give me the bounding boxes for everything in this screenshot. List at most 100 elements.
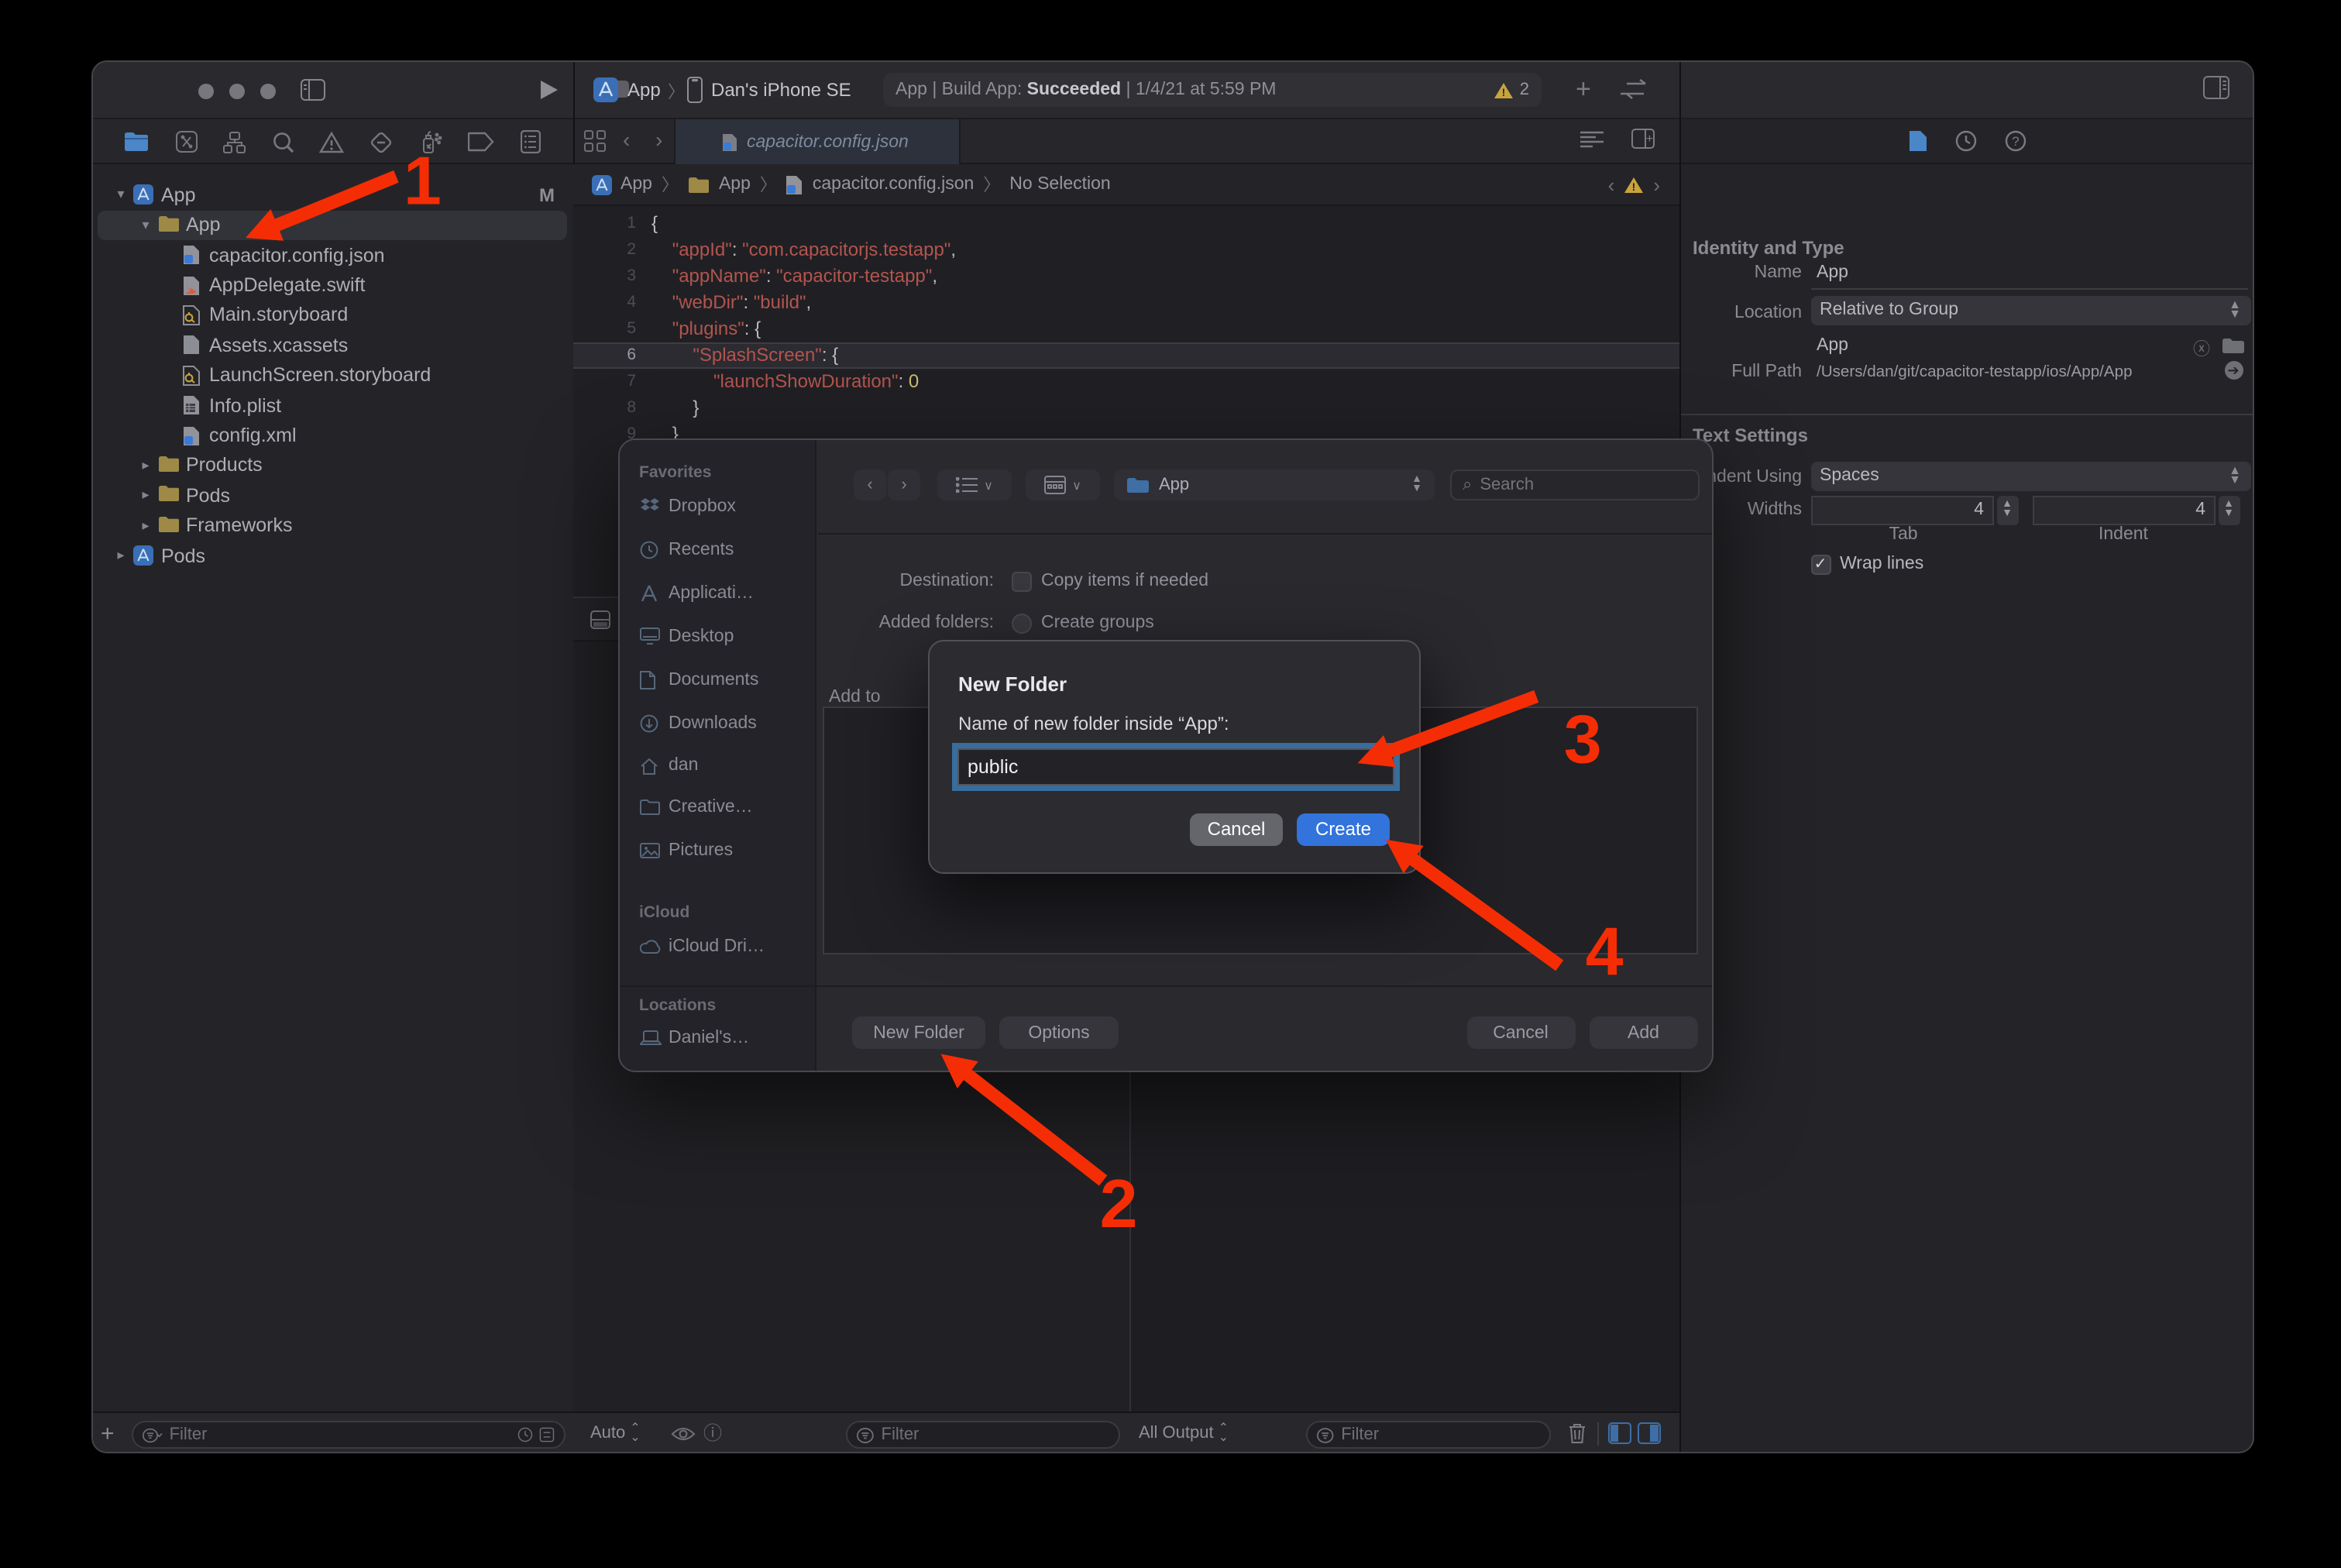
tree-row-pods[interactable]: ▸Pods	[93, 481, 572, 511]
disclosure-closed-icon[interactable]: ▸	[138, 518, 153, 535]
sidebar-item-applicati-[interactable]: Applicati…	[639, 583, 754, 602]
issue-navigator-icon[interactable]	[319, 131, 344, 153]
folder-location-dropdown[interactable]: App ▲▼	[1114, 469, 1435, 500]
project-navigator-folder-icon[interactable]	[124, 132, 149, 152]
tree-row-info-plist[interactable]: Info.plist	[93, 390, 572, 421]
history-inspector-tab-icon[interactable]	[1955, 130, 1977, 152]
debug-navigator-icon[interactable]	[420, 129, 443, 154]
sheet-add-button[interactable]: Add	[1589, 1016, 1698, 1049]
eye-icon[interactable]	[671, 1425, 696, 1442]
report-navigator-icon[interactable]	[520, 130, 540, 153]
dialog-cancel-button[interactable]: Cancel	[1190, 813, 1283, 845]
disclosure-open-icon[interactable]: ▾	[138, 217, 153, 234]
dialog-create-button[interactable]: Create	[1297, 813, 1390, 845]
add-file-plus-icon[interactable]: +	[101, 1422, 115, 1446]
open-path-arrow-icon[interactable]: ➔	[2224, 361, 2243, 380]
tree-row-config-xml[interactable]: config.xml	[93, 421, 572, 451]
tree-row-products[interactable]: ▸Products	[93, 451, 572, 481]
add-editor-split-icon[interactable]: +	[1631, 129, 1655, 149]
disclosure-closed-icon[interactable]: ▸	[138, 487, 153, 504]
disclosure-closed-icon[interactable]: ▸	[113, 548, 129, 565]
toggle-inspector-icon[interactable]	[2203, 76, 2229, 99]
wrap-lines-checkbox[interactable]: ✓	[1810, 554, 1831, 574]
previous-issue-icon[interactable]: ‹	[1608, 173, 1615, 196]
hide-variables-pane-icon[interactable]	[1608, 1422, 1631, 1444]
back-history-icon[interactable]: ‹	[623, 129, 630, 150]
related-items-icon[interactable]	[584, 130, 606, 152]
tree-row-app[interactable]: ▾App	[93, 210, 572, 240]
code-review-icon[interactable]	[1580, 130, 1604, 149]
find-navigator-icon[interactable]	[272, 131, 294, 153]
indent-using-dropdown[interactable]: Spaces▲▼	[1810, 461, 2250, 490]
indent-width-stepper[interactable]: ▲▼	[2218, 495, 2240, 524]
tree-row-launchscreen-storyboard[interactable]: LaunchScreen.storyboard	[93, 360, 572, 390]
next-issue-icon[interactable]: ›	[1653, 173, 1660, 196]
tree-row-appdelegate-swift[interactable]: AppDelegate.swift	[93, 270, 572, 301]
sidebar-item-desktop[interactable]: Desktop	[639, 627, 734, 645]
tree-row-app[interactable]: ▾AppM	[93, 181, 572, 211]
search-field[interactable]: ⌕	[1450, 469, 1700, 500]
run-button[interactable]	[539, 79, 559, 101]
debug-area-toggle-icon[interactable]	[590, 610, 610, 629]
indent-width-field[interactable]: 4	[2032, 495, 2215, 524]
variables-view-scope-dropdown[interactable]: Auto⌃⌄	[590, 1424, 641, 1444]
tree-row-pods[interactable]: ▸Pods	[93, 541, 572, 571]
sidebar-item-pictures[interactable]: Pictures	[639, 841, 733, 859]
symbol-navigator-icon[interactable]	[223, 131, 246, 153]
disclosure-open-icon[interactable]: ▾	[113, 187, 129, 204]
file-inspector-tab-icon[interactable]	[1909, 130, 1927, 152]
name-field[interactable]: App	[1817, 263, 1848, 282]
sidebar-item-icloud-dri-[interactable]: iCloud Dri…	[639, 937, 765, 956]
forward-button[interactable]: ›	[888, 469, 920, 500]
trash-icon[interactable]	[1568, 1422, 1586, 1444]
sidebar-item-creative-[interactable]: Creative…	[639, 797, 753, 816]
info-icon[interactable]: ⓘ	[703, 1423, 722, 1442]
zoom-traffic-light[interactable]	[260, 84, 276, 99]
sidebar-item-dan[interactable]: dan	[639, 756, 698, 775]
sidebar-item-daniel-s-[interactable]: Daniel's…	[639, 1029, 749, 1047]
sidebar-item-recents[interactable]: Recents	[639, 540, 734, 559]
folder-name-input[interactable]	[958, 750, 1393, 784]
back-button[interactable]: ‹	[854, 469, 886, 500]
copy-items-checkbox[interactable]	[1012, 571, 1032, 591]
navigator-filter-field[interactable]	[132, 1421, 565, 1449]
warning-badge[interactable]: ! 2	[1494, 81, 1529, 99]
clear-location-icon[interactable]: ⓧ	[2193, 336, 2210, 361]
breadcrumb-item[interactable]: No Selection	[1009, 175, 1110, 194]
forward-history-icon[interactable]: ›	[655, 129, 662, 150]
hide-console-pane-icon[interactable]	[1638, 1422, 1661, 1444]
test-navigator-icon[interactable]	[370, 129, 394, 154]
tree-row-assets-xcassets[interactable]: Assets.xcassets	[93, 331, 572, 361]
sidebar-item-downloads[interactable]: Downloads	[639, 714, 757, 732]
create-groups-radio[interactable]	[1012, 613, 1032, 633]
tree-row-main-storyboard[interactable]: Main.storyboard	[93, 301, 572, 331]
tree-row-capacitor-config-json[interactable]: capacitor.config.json	[93, 240, 572, 270]
toggle-navigator-icon[interactable]	[299, 77, 327, 102]
options-button[interactable]: Options	[999, 1016, 1119, 1049]
add-editor-plus-icon[interactable]: +	[1576, 76, 1591, 102]
breadcrumb-item[interactable]: App	[620, 175, 652, 194]
breakpoint-navigator-icon[interactable]	[469, 132, 495, 152]
sheet-cancel-button[interactable]: Cancel	[1466, 1016, 1575, 1049]
new-folder-button[interactable]: New Folder	[852, 1016, 985, 1049]
editor-tab[interactable]: capacitor.config.json	[674, 119, 961, 164]
choose-folder-icon[interactable]	[2221, 338, 2244, 355]
run-destination[interactable]: Dan's iPhone SE	[711, 79, 851, 101]
variables-filter-field[interactable]	[846, 1421, 1120, 1449]
source-control-navigator-icon[interactable]	[174, 130, 198, 153]
help-inspector-tab-icon[interactable]: ?	[2005, 130, 2026, 152]
tab-width-field[interactable]: 4	[1810, 495, 1993, 524]
sidebar-item-dropbox[interactable]: Dropbox	[639, 497, 736, 515]
scheme-name[interactable]: App	[627, 79, 661, 101]
breadcrumb-item[interactable]: App	[719, 175, 751, 194]
breadcrumb-item[interactable]: capacitor.config.json	[813, 175, 974, 194]
swap-arrows-icon[interactable]	[1619, 79, 1653, 99]
disclosure-closed-icon[interactable]: ▸	[138, 457, 153, 474]
close-traffic-light[interactable]	[198, 84, 214, 99]
console-filter-field[interactable]	[1306, 1421, 1551, 1449]
console-output-dropdown[interactable]: All Output⌃⌄	[1139, 1424, 1229, 1444]
sidebar-item-documents[interactable]: Documents	[639, 670, 758, 689]
group-view-button[interactable]: ∨	[1026, 469, 1100, 500]
minimize-traffic-light[interactable]	[229, 84, 245, 99]
location-dropdown[interactable]: Relative to Group▲▼	[1810, 295, 2250, 325]
